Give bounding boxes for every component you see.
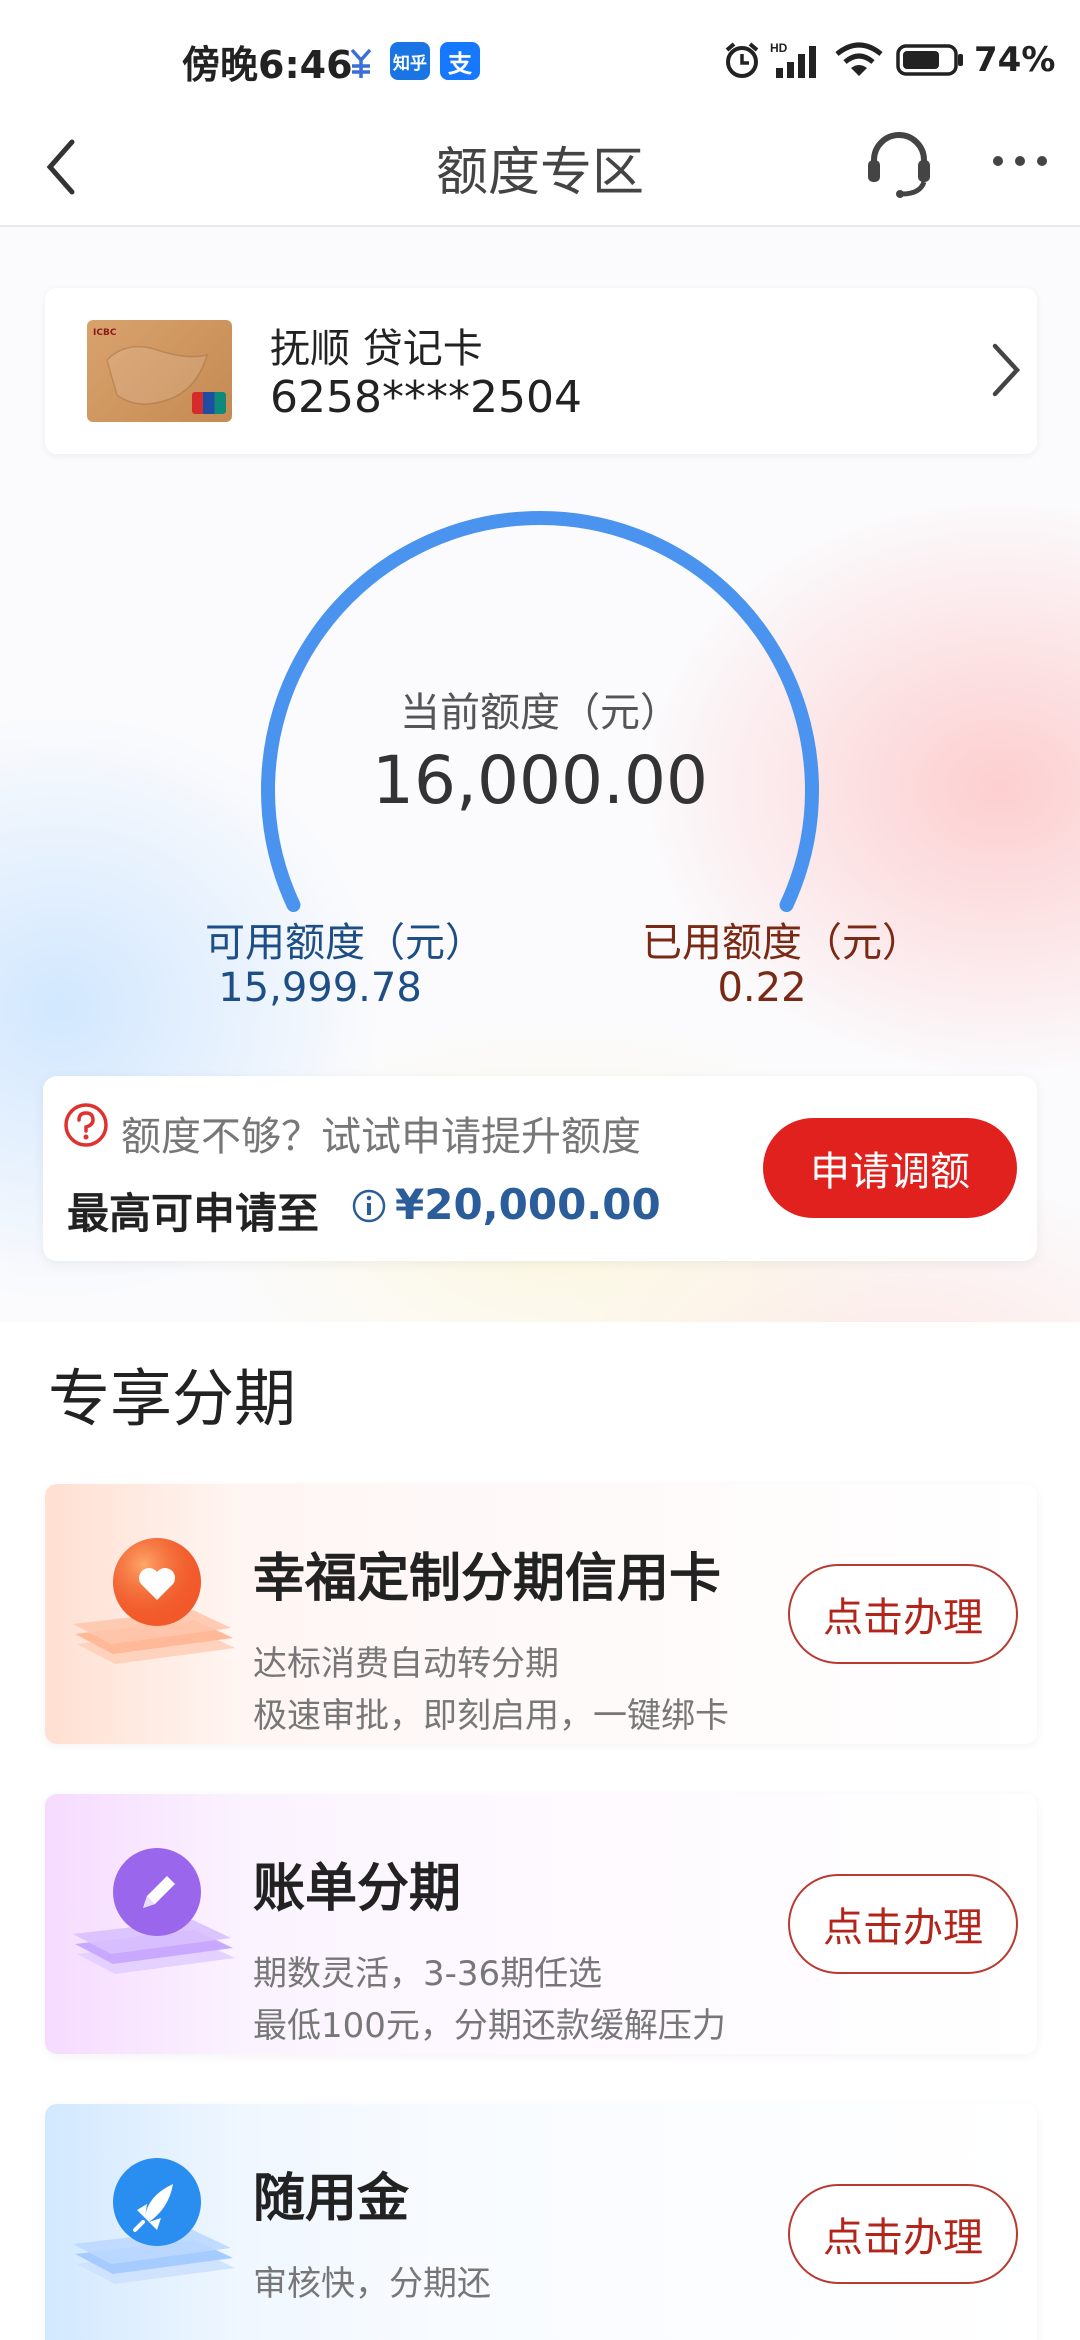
available-limit-label: 可用额度（元） [205, 920, 485, 966]
promo-title: 账单分期 [253, 1859, 462, 1919]
available-limit-value: 15,999.78 [218, 965, 422, 1011]
chevron-right-icon[interactable] [985, 338, 1025, 402]
apply-now-button[interactable]: 点击办理 [788, 1874, 1018, 1974]
app-notification-icon [350, 48, 372, 78]
svg-text:HD: HD [770, 41, 788, 55]
used-limit-value: 0.22 [717, 965, 807, 1011]
more-icon[interactable] [990, 146, 1050, 176]
card-selector[interactable]: ICBC 抚顺 贷记卡 6258****2504 [45, 288, 1037, 454]
limit-question-text: 额度不够？试试申请提升额度 [121, 1114, 641, 1160]
status-time: 傍晚6:46 [182, 43, 353, 87]
battery-percent: 74% [974, 40, 1056, 80]
heart-icon [73, 1538, 235, 1664]
promo-desc: 审核快，分期还 [253, 2264, 491, 2304]
alarm-icon [725, 42, 759, 78]
apply-now-button[interactable]: 点击办理 [788, 2184, 1018, 2284]
status-bar: 傍晚6:46 知乎 支 HD 74% [0, 0, 1080, 120]
limit-increase-panel: 额度不够？试试申请提升额度 最高可申请至 ¥20,000.00 申请调额 [43, 1076, 1037, 1261]
zhihu-app-icon: 知乎 [390, 42, 430, 80]
promo-title: 幸福定制分期信用卡 [253, 1549, 722, 1609]
question-icon [64, 1103, 108, 1147]
pencil-icon [73, 1848, 235, 1974]
promo-title: 随用金 [253, 2169, 410, 2229]
promo-card-bill-installment[interactable]: 账单分期 期数灵活，3-36期任选 最低100元，分期还款缓解压力 点击办理 [45, 1794, 1037, 2054]
max-apply-value: ¥20,000.00 [395, 1180, 661, 1229]
promo-desc: 达标消费自动转分期 [253, 1644, 559, 1684]
unionpay-logo [192, 392, 226, 414]
promo-desc: 极速审批，即刻启用，一键绑卡 [253, 1696, 729, 1736]
section-title: 专享分期 [48, 1362, 297, 1435]
apply-now-button[interactable]: 点击办理 [788, 1564, 1018, 1664]
used-limit-label: 已用额度（元） [642, 920, 922, 966]
promo-desc: 最低100元，分期还款缓解压力 [253, 2006, 726, 2046]
max-apply-label: 最高可申请至 [67, 1189, 320, 1238]
current-limit-value: 16,000.00 [372, 742, 708, 819]
battery-icon [896, 44, 963, 76]
customer-service-icon[interactable] [862, 126, 936, 200]
rocket-icon [73, 2158, 235, 2284]
card-name: 抚顺 贷记卡 [270, 326, 483, 372]
current-limit-label: 当前额度（元） [400, 690, 680, 736]
wifi-icon [835, 42, 883, 76]
promo-card-cash-on-demand[interactable]: 随用金 审核快，分期还 点击办理 [45, 2104, 1037, 2340]
card-image: ICBC [87, 320, 232, 422]
alipay-app-icon: 支 [440, 42, 480, 80]
card-number: 6258****2504 [270, 372, 582, 423]
promo-desc: 期数灵活，3-36期任选 [253, 1954, 603, 1994]
apply-limit-button[interactable]: 申请调额 [763, 1118, 1017, 1218]
nav-bar: 额度专区 [0, 120, 1080, 227]
promo-card-happiness[interactable]: 幸福定制分期信用卡 达标消费自动转分期 极速审批，即刻启用，一键绑卡 点击办理 [45, 1484, 1037, 1744]
signal-icon: HD [770, 41, 816, 78]
info-icon[interactable] [351, 1188, 387, 1224]
